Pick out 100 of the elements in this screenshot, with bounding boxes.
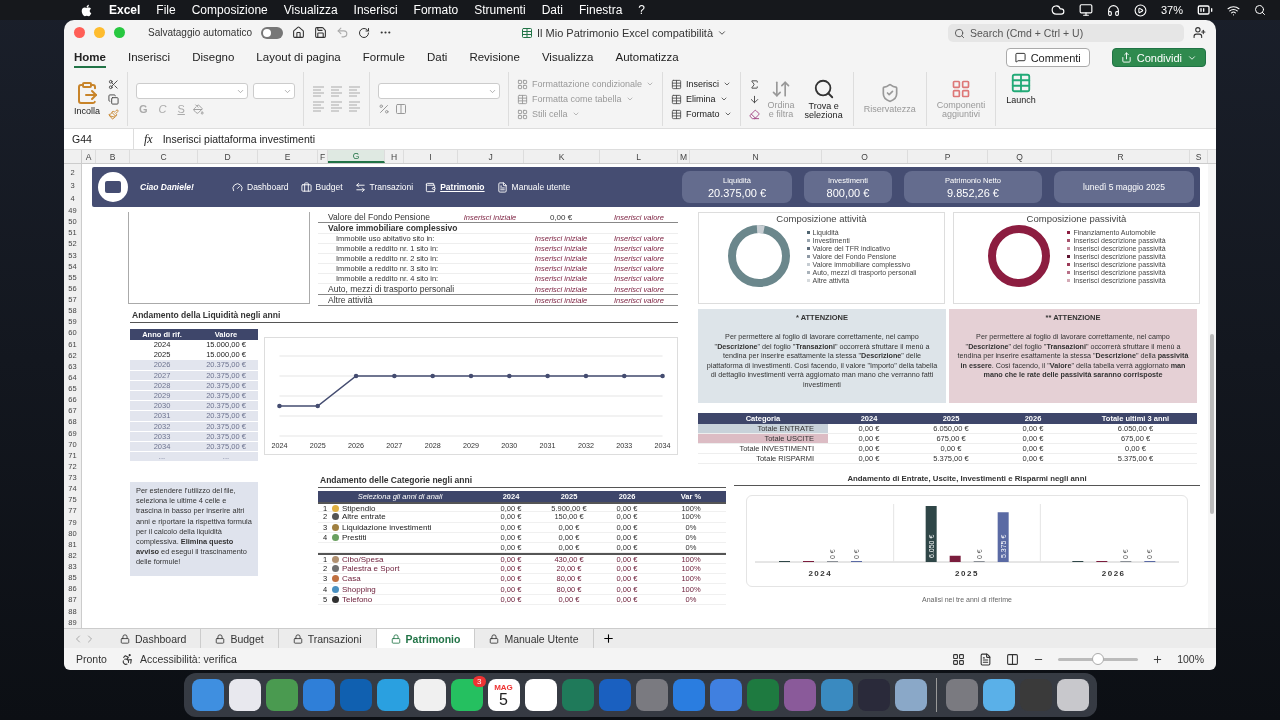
app-icon[interactable] (982, 679, 1015, 711)
accessibility-icon[interactable] (120, 652, 134, 666)
search-field[interactable]: Search (Cmd + Ctrl + U) (948, 23, 1184, 42)
ribbon-tab[interactable]: Automatizza (615, 47, 679, 68)
sum-icon[interactable] (748, 78, 760, 90)
column-header[interactable]: P (908, 150, 988, 163)
column-header[interactable]: E (258, 150, 318, 163)
app-icon[interactable] (524, 679, 557, 711)
wifi-icon[interactable] (1227, 3, 1240, 17)
fill-color-icon[interactable] (192, 103, 204, 115)
ribbon-tab[interactable]: Home (74, 47, 106, 68)
column-header[interactable]: D (198, 150, 258, 163)
sheet-tab[interactable]: Transazioni (278, 629, 377, 648)
nav-link[interactable]: Manuale utente (496, 181, 571, 193)
fill-down-icon[interactable] (748, 93, 760, 105)
page-layout-icon[interactable] (979, 652, 993, 666)
column-header[interactable]: Q (988, 150, 1052, 163)
launch-button[interactable]: Launch (1004, 72, 1038, 126)
column-header[interactable]: J (458, 150, 524, 163)
app-icon[interactable] (1056, 679, 1089, 711)
menu-item[interactable]: ? (638, 3, 645, 17)
nav-link[interactable]: Transazioni (354, 181, 414, 193)
column-header[interactable]: I (404, 150, 458, 163)
insert-button[interactable]: Inserisci (671, 78, 732, 90)
close-button[interactable] (74, 27, 85, 38)
paste-button[interactable]: Incolla (72, 81, 102, 117)
find-select-button[interactable]: Trova e seleziona (802, 77, 845, 121)
share-button[interactable]: Condividi (1111, 48, 1206, 67)
menu-item[interactable]: File (156, 3, 176, 17)
save-icon[interactable] (313, 26, 327, 39)
column-header[interactable]: C (130, 150, 198, 163)
menu-item[interactable]: Excel (109, 3, 141, 17)
sheet-tab[interactable]: Dashboard (106, 629, 202, 648)
ribbon-tab[interactable]: Inserisci (127, 47, 171, 68)
menu-item[interactable]: Inserisci (353, 3, 398, 17)
column-header[interactable]: R (1052, 150, 1190, 163)
menu-item[interactable]: Formato (413, 3, 459, 17)
ribbon-tab[interactable]: Dati (426, 47, 448, 68)
column-header[interactable]: H (385, 150, 404, 163)
column-header[interactable]: O (822, 150, 908, 163)
app-icon[interactable] (413, 679, 446, 711)
nav-link[interactable]: Budget (300, 181, 343, 193)
eraser-icon[interactable] (748, 108, 760, 120)
zoom-in-icon[interactable] (1152, 653, 1164, 665)
autosave-toggle[interactable] (260, 26, 283, 39)
menu-item[interactable]: Finestra (578, 3, 623, 17)
formula-field[interactable]: Inserisci piattaforma investimenti (162, 133, 315, 145)
column-header[interactable]: B (96, 150, 130, 163)
menu-item[interactable]: Composizione (191, 3, 268, 17)
accessibility-status[interactable]: Accessibilità: verifica (139, 653, 237, 665)
column-header[interactable]: N (690, 150, 822, 163)
menu-item[interactable]: Visualizza (283, 3, 338, 17)
monitor-icon[interactable] (1078, 3, 1093, 17)
nav-link[interactable]: Patrimonio (425, 181, 485, 193)
ribbon-tab[interactable]: Layout di pagina (256, 47, 341, 68)
headphones-icon[interactable] (1106, 3, 1120, 17)
calendar-icon[interactable]: MAG 5 (487, 679, 520, 711)
scrollbar[interactable] (1210, 334, 1214, 514)
paintbrush-icon[interactable] (108, 108, 119, 120)
percent-icon[interactable] (378, 103, 390, 115)
normal-view-icon[interactable] (952, 652, 966, 666)
add-sheet-icon[interactable] (601, 632, 615, 645)
zoom-button[interactable] (114, 27, 125, 38)
app-icon[interactable] (228, 679, 261, 711)
slider-thumb[interactable] (1092, 652, 1105, 665)
share-person-icon[interactable] (1193, 26, 1206, 39)
column-header[interactable]: G (328, 150, 385, 163)
redo-icon[interactable] (357, 26, 370, 39)
ribbon-tab[interactable]: Formule (362, 47, 405, 68)
ribbon-tab[interactable]: Revisione (469, 47, 520, 68)
column-header[interactable]: S (1190, 150, 1208, 163)
menu-item[interactable]: Strumenti (474, 3, 526, 17)
decimal-icon[interactable] (395, 103, 407, 115)
battery-icon[interactable] (1197, 2, 1213, 18)
nav-link[interactable]: Dashboard (232, 181, 289, 193)
function-button[interactable]: fx (144, 131, 153, 147)
scissors-icon[interactable] (108, 78, 119, 90)
app-icon[interactable]: 3 (450, 679, 483, 711)
column-header[interactable]: A (82, 150, 96, 163)
ribbon-tab[interactable]: Visualizza (541, 47, 594, 68)
format-button[interactable]: Formato (671, 108, 732, 120)
app-icon[interactable] (894, 679, 927, 711)
column-header[interactable]: M (678, 150, 690, 163)
sheet-tab[interactable]: Patrimonio (376, 629, 476, 648)
ribbon-tab[interactable]: Disegno (192, 47, 235, 68)
menu-item[interactable]: Dati (541, 3, 563, 17)
sheet-tab[interactable]: Manuale Utente (475, 629, 594, 648)
search-icon[interactable] (1254, 4, 1266, 16)
sheet-tab[interactable]: Budget (201, 629, 279, 648)
name-box[interactable]: G44 (72, 129, 134, 149)
undo-icon[interactable] (335, 26, 349, 39)
cloud-icon[interactable] (1050, 3, 1065, 17)
home-icon[interactable] (291, 26, 305, 39)
copy-icon[interactable] (108, 93, 119, 105)
play-icon[interactable] (1133, 3, 1147, 17)
comments-button[interactable]: Commenti (1005, 48, 1090, 67)
delete-button[interactable]: Elimina (671, 93, 732, 105)
column-header[interactable]: L (600, 150, 678, 163)
page-break-icon[interactable] (1006, 652, 1020, 666)
apple-icon[interactable] (80, 3, 93, 17)
